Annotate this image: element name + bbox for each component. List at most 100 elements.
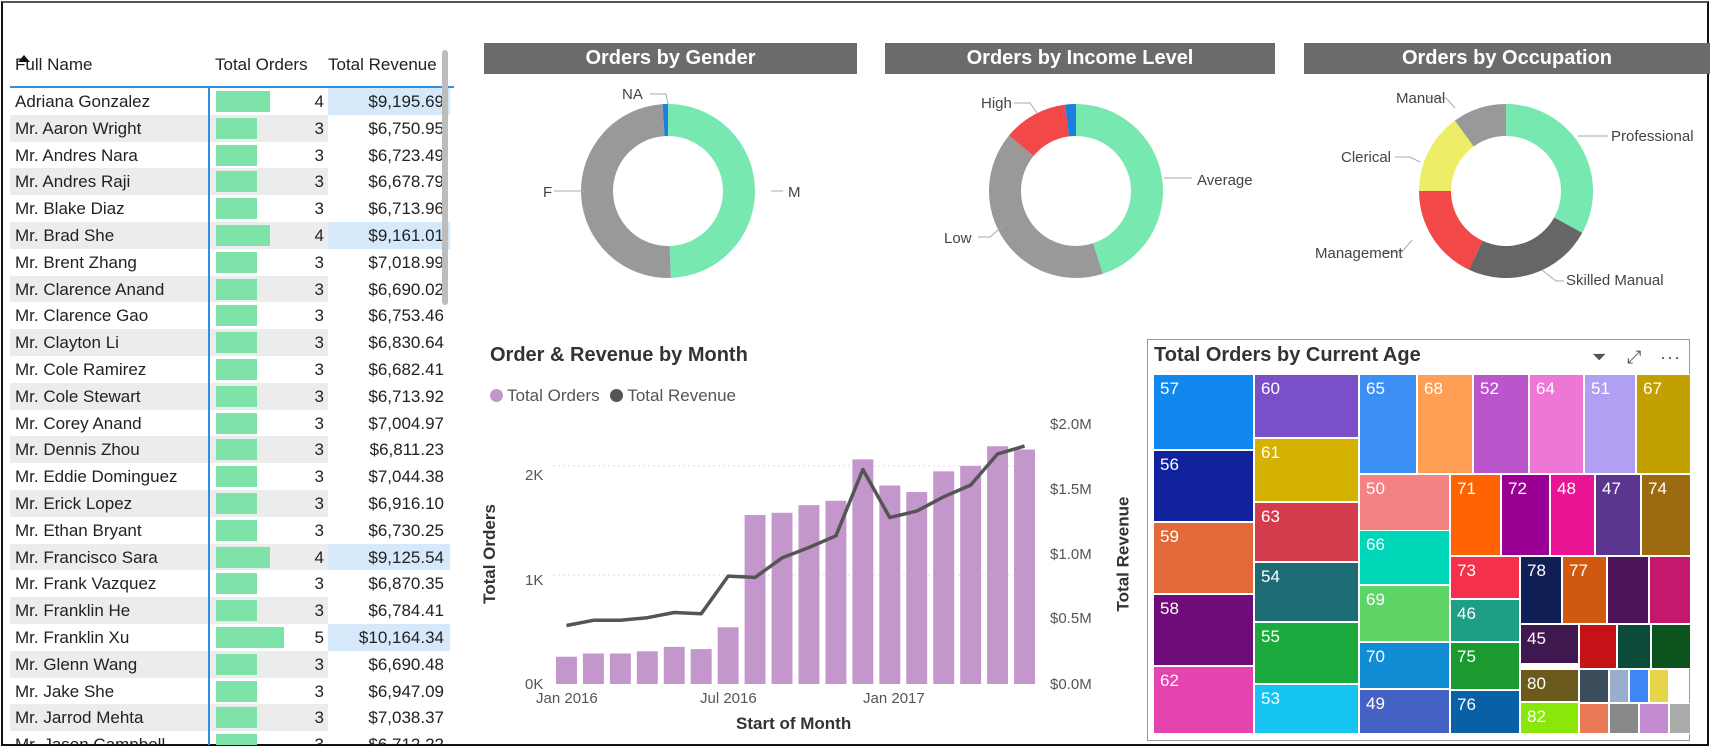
treemap-tile[interactable]: 55 <box>1254 622 1359 684</box>
treemap-tile[interactable]: 80 <box>1520 669 1579 702</box>
treemap-tile[interactable] <box>1617 624 1651 669</box>
table-row[interactable]: Mr. Clarence Gao 3 $6,753.46 <box>10 302 454 329</box>
treemap-tile[interactable] <box>1609 669 1629 703</box>
treemap-tile[interactable]: 71 <box>1450 474 1501 556</box>
table-row[interactable]: Mr. Eddie Dominguez 3 $7,044.38 <box>10 463 454 490</box>
table-row[interactable]: Adriana Gonzalez 4 $9,195.69 <box>10 88 454 115</box>
table-row[interactable]: Mr. Franklin Xu 5 $10,164.34 <box>10 623 454 651</box>
treemap-tile[interactable]: 82 <box>1520 702 1579 734</box>
orders-value: 3 <box>314 172 324 192</box>
treemap-tile[interactable]: 51 <box>1584 374 1636 474</box>
table-row[interactable]: Mr. Frank Vazquez 3 $6,870.35 <box>10 570 454 597</box>
cell-full-name: Mr. Franklin Xu <box>15 627 130 647</box>
treemap-tile[interactable] <box>1609 703 1639 734</box>
treemap-tile[interactable]: 47 <box>1595 474 1641 556</box>
treemap-tile[interactable] <box>1639 703 1669 734</box>
table-row[interactable]: Mr. Brad She 4 $9,161.01 <box>10 221 454 249</box>
cell-full-name: Mr. Frank Vazquez <box>15 574 157 594</box>
table-row[interactable]: Mr. Corey Anand 3 $7,004.97 <box>10 410 454 437</box>
table-row[interactable]: Mr. Clarence Anand 3 $6,690.02 <box>10 275 454 303</box>
table-row[interactable]: Mr. Brent Zhang 3 $7,018.99 <box>10 249 454 276</box>
treemap-tile[interactable]: 54 <box>1254 562 1359 622</box>
table-row[interactable]: Mr. Ethan Bryant 3 $6,730.25 <box>10 517 454 544</box>
table-row[interactable]: Mr. Jason Campbell 3 $6,712.22 <box>10 731 454 745</box>
cell-total-orders: 3 <box>210 650 328 678</box>
treemap-tile[interactable] <box>1649 556 1691 624</box>
treemap-tile[interactable]: 59 <box>1153 522 1254 594</box>
y2-tick-1-5m: $1.5M <box>1050 481 1092 498</box>
sort-ascending-icon[interactable] <box>18 55 30 62</box>
treemap-tile[interactable] <box>1607 556 1649 624</box>
treemap-tile[interactable]: 46 <box>1450 599 1520 642</box>
treemap-tile[interactable]: 64 <box>1529 374 1584 474</box>
treemap-tile[interactable]: 53 <box>1254 684 1359 734</box>
x-tick-jan-2017: Jan 2017 <box>863 690 925 707</box>
treemap-tile[interactable] <box>1649 669 1669 703</box>
orders-value: 3 <box>314 359 324 379</box>
orders-data-bar <box>216 519 257 541</box>
orders-data-bar <box>216 305 257 327</box>
table-row[interactable]: Mr. Blake Diaz 3 $6,713.96 <box>10 195 454 222</box>
treemap-tile[interactable]: 69 <box>1359 585 1450 642</box>
table-row[interactable]: Mr. Aaron Wright 3 $6,750.95 <box>10 114 454 142</box>
treemap-tile-label: 67 <box>1643 379 1662 398</box>
table-row[interactable]: Mr. Andres Raji 3 $6,678.79 <box>10 168 454 196</box>
treemap-tile[interactable]: 65 <box>1359 374 1417 474</box>
treemap-tile[interactable] <box>1669 703 1691 734</box>
treemap-tile[interactable]: 70 <box>1359 642 1450 689</box>
col-header-total-revenue[interactable]: Total Revenue <box>328 55 437 75</box>
customer-table[interactable]: Full Name Total Orders Total Revenue Adr… <box>10 48 454 745</box>
treemap-tile[interactable]: 62 <box>1153 666 1254 734</box>
orders-value: 5 <box>314 627 324 647</box>
treemap-tile[interactable]: 60 <box>1254 374 1359 438</box>
treemap-tile[interactable]: 52 <box>1473 374 1529 474</box>
table-row[interactable]: Mr. Cole Stewart 3 $6,713.92 <box>10 382 454 410</box>
cell-total-orders: 3 <box>210 678 328 705</box>
treemap-tile[interactable]: 45 <box>1520 624 1579 664</box>
treemap-tile[interactable]: 61 <box>1254 438 1359 502</box>
treemap-tile[interactable] <box>1629 669 1649 703</box>
treemap-tile[interactable]: 58 <box>1153 594 1254 666</box>
col-header-total-orders[interactable]: Total Orders <box>215 55 308 75</box>
treemap-tile[interactable] <box>1579 624 1617 669</box>
cell-full-name: Mr. Andres Raji <box>10 168 208 196</box>
cell-total-orders: 4 <box>210 543 328 571</box>
treemap-tile[interactable]: 76 <box>1450 690 1520 734</box>
cell-full-name: Mr. Blake Diaz <box>15 199 125 219</box>
gender-label-m: M <box>788 184 801 201</box>
table-row[interactable]: Mr. Andres Nara 3 $6,723.49 <box>10 142 454 169</box>
treemap-tile[interactable]: 66 <box>1359 530 1450 585</box>
treemap-tile[interactable]: 77 <box>1562 556 1607 624</box>
treemap-tile[interactable] <box>1651 624 1691 669</box>
table-row[interactable]: Mr. Franklin He 3 $6,784.41 <box>10 597 454 624</box>
table-row[interactable]: Mr. Jarrod Mehta 3 $7,038.37 <box>10 704 454 732</box>
table-row[interactable]: Mr. Cole Ramirez 3 $6,682.41 <box>10 356 454 383</box>
treemap-tile-label: 60 <box>1261 379 1280 398</box>
treemap-tile[interactable]: 57 <box>1153 374 1254 450</box>
treemap-tile[interactable]: 72 <box>1501 474 1550 556</box>
treemap-tile[interactable]: 75 <box>1450 642 1520 690</box>
table-row[interactable]: Mr. Jake She 3 $6,947.09 <box>10 678 454 705</box>
treemap-tile-label: 71 <box>1457 479 1476 498</box>
y2-tick-1m: $1.0M <box>1050 546 1092 563</box>
cell-total-revenue: $6,713.92 <box>368 386 444 406</box>
treemap-tile[interactable]: 48 <box>1550 474 1595 556</box>
table-row[interactable]: Mr. Francisco Sara 4 $9,125.54 <box>10 543 454 571</box>
treemap-tile[interactable] <box>1579 669 1609 703</box>
treemap-tile[interactable]: 78 <box>1520 556 1562 624</box>
treemap-tile[interactable]: 74 <box>1641 474 1691 556</box>
treemap-tile[interactable]: 56 <box>1153 450 1254 522</box>
treemap-tile[interactable]: 49 <box>1359 689 1450 734</box>
treemap-tile[interactable]: 73 <box>1450 556 1520 599</box>
treemap-tile[interactable]: 63 <box>1254 502 1359 562</box>
table-row[interactable]: Mr. Erick Lopez 3 $6,916.10 <box>10 489 454 517</box>
treemap-tile[interactable]: 67 <box>1636 374 1691 474</box>
combo-chart-legend[interactable]: Total Orders Total Revenue <box>490 386 736 406</box>
orders-data-bar <box>216 573 257 595</box>
table-row[interactable]: Mr. Clayton Li 3 $6,830.64 <box>10 329 454 356</box>
treemap-tile[interactable] <box>1579 703 1609 734</box>
table-row[interactable]: Mr. Glenn Wang 3 $6,690.48 <box>10 650 454 678</box>
treemap-tile[interactable]: 68 <box>1417 374 1473 474</box>
table-scrollbar[interactable] <box>442 50 448 305</box>
table-row[interactable]: Mr. Dennis Zhou 3 $6,811.23 <box>10 436 454 464</box>
